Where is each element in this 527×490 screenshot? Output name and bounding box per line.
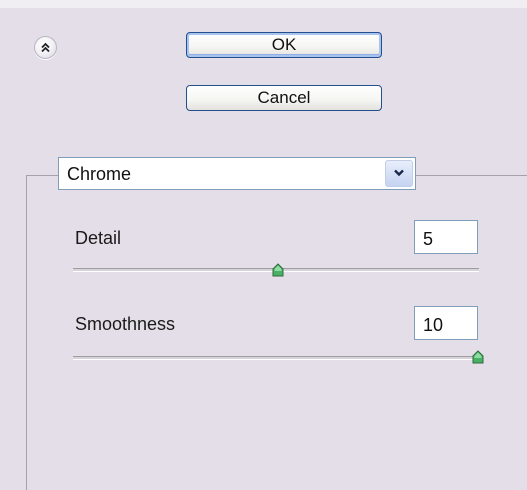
ok-button[interactable]: OK	[186, 32, 382, 58]
smoothness-label: Smoothness	[75, 314, 176, 334]
filter-select[interactable]: Chrome	[58, 157, 416, 190]
cancel-button[interactable]: Cancel	[186, 85, 382, 111]
chevron-down-icon	[393, 165, 405, 183]
filter-select-value: Chrome	[67, 164, 132, 184]
group-border	[26, 175, 27, 490]
cancel-button-label: Cancel	[257, 88, 311, 107]
collapse-button[interactable]	[34, 36, 57, 59]
smoothness-input[interactable]	[414, 306, 478, 340]
filter-panel: OK Cancel Chrome Detail Smoothness	[0, 0, 527, 490]
detail-input[interactable]	[414, 220, 478, 254]
panel-top-edge	[0, 0, 527, 8]
smoothness-slider-thumb[interactable]	[472, 350, 484, 364]
detail-label: Detail	[75, 228, 122, 248]
ok-button-label: OK	[271, 35, 297, 54]
dropdown-button[interactable]	[385, 160, 413, 187]
detail-slider-thumb[interactable]	[272, 263, 284, 277]
double-chevron-up-icon	[40, 42, 51, 53]
group-border	[26, 175, 58, 176]
smoothness-slider-track[interactable]	[73, 356, 479, 360]
group-border	[416, 175, 527, 176]
